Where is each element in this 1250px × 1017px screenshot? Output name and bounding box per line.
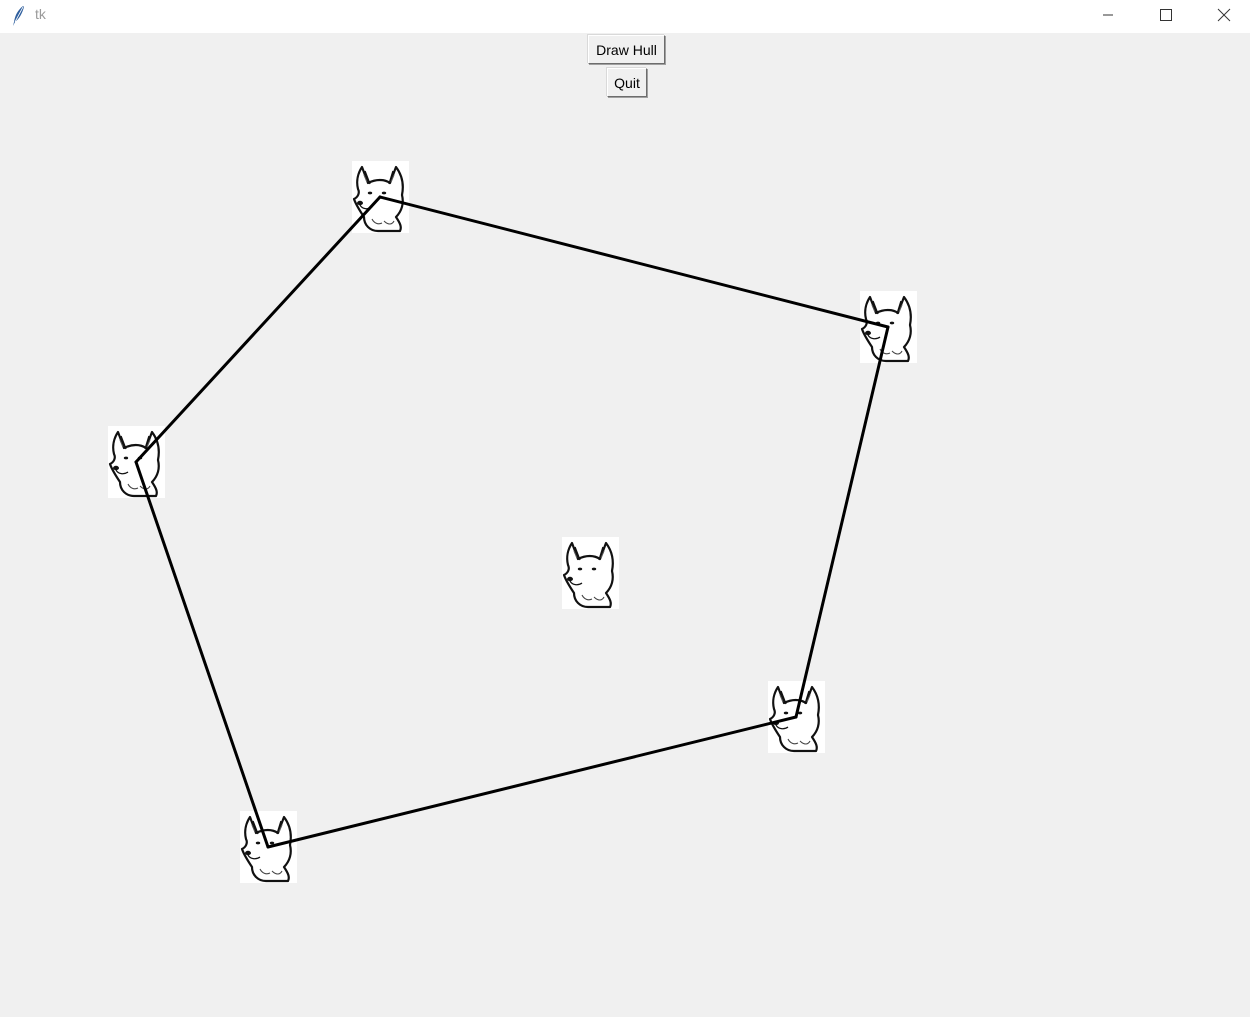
- dog-icon: [766, 679, 827, 755]
- maximize-button[interactable]: [1137, 0, 1195, 30]
- minimize-button[interactable]: [1079, 0, 1137, 30]
- dog-icon: [238, 809, 299, 885]
- window-titlebar[interactable]: tk: [0, 0, 1250, 33]
- feather-icon: [13, 6, 24, 26]
- app-client-area: Draw Hull Quit: [0, 33, 1250, 1017]
- close-icon: [1217, 8, 1231, 22]
- close-button[interactable]: [1195, 0, 1250, 30]
- dog-icon: [106, 424, 167, 500]
- maximize-icon: [1160, 9, 1172, 21]
- minimize-icon: [1103, 14, 1113, 16]
- dog-icon: [560, 535, 621, 611]
- window-title: tk: [35, 6, 46, 22]
- draw-hull-button[interactable]: Draw Hull: [588, 35, 665, 64]
- dog-icon: [350, 159, 411, 235]
- quit-button[interactable]: Quit: [607, 68, 647, 97]
- dog-icon: [858, 289, 919, 365]
